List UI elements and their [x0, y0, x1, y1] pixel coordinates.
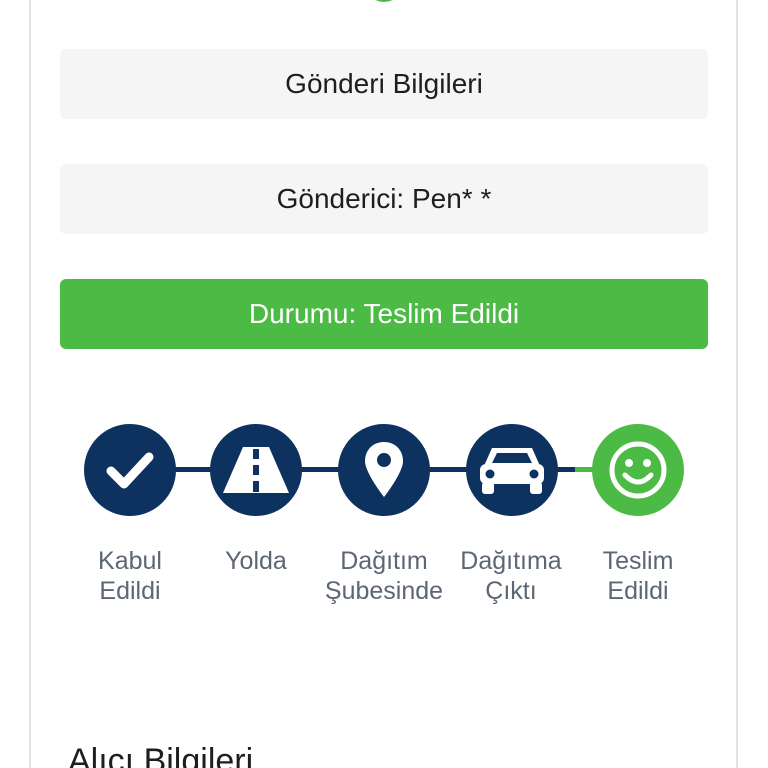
- step-on-the-way: [210, 424, 302, 516]
- step-label-line: Kabul: [98, 547, 162, 575]
- status-text: Durumu: Teslim Edildi: [248, 298, 520, 329]
- step-accepted: [84, 424, 176, 516]
- step-label-line: Edildi: [99, 577, 161, 605]
- step-out-for-delivery: [466, 424, 558, 516]
- shipment-info-heading: Gönderi Bilgileri: [60, 49, 708, 119]
- step-label-accepted: Kabul Edildi: [60, 546, 200, 606]
- step-label-line: Edildi: [607, 577, 669, 605]
- step-at-branch: [338, 424, 430, 516]
- step-label-line: Çıktı: [485, 577, 537, 605]
- step-label-line: Dağıtıma: [460, 547, 562, 575]
- shipment-tracking-page: Gönderi Bilgileri Gönderici: Pen* * Duru…: [0, 0, 768, 768]
- step-label-line: Teslim: [602, 547, 674, 575]
- map-pin-icon: [362, 440, 406, 500]
- step-label-line: Dağıtım: [340, 547, 428, 575]
- status-banner: Durumu: Teslim Edildi: [60, 279, 708, 349]
- recipient-section-title: Alıcı Bilgileri: [68, 742, 254, 768]
- step-label-line: Şubesinde: [324, 577, 444, 605]
- shipment-info-title: Gönderi Bilgileri: [285, 68, 483, 99]
- step-label-out-for-delivery: Dağıtıma Çıktı: [441, 546, 581, 606]
- step-label-delivered: Teslim Edildi: [568, 546, 708, 606]
- car-icon: [476, 442, 548, 498]
- status-icon-partial: [366, 0, 402, 2]
- step-label-on-the-way: Yolda: [186, 546, 326, 576]
- sender-info-box: Gönderici: Pen* *: [60, 164, 708, 234]
- smiley-icon: [607, 439, 669, 501]
- step-label-at-branch: Dağıtım Şubesinde: [314, 546, 454, 606]
- check-icon: [103, 443, 157, 497]
- road-icon: [221, 445, 291, 495]
- step-delivered: [592, 424, 684, 516]
- step-label-line: Yolda: [225, 547, 287, 575]
- sender-label: Gönderici: Pen* *: [276, 183, 492, 214]
